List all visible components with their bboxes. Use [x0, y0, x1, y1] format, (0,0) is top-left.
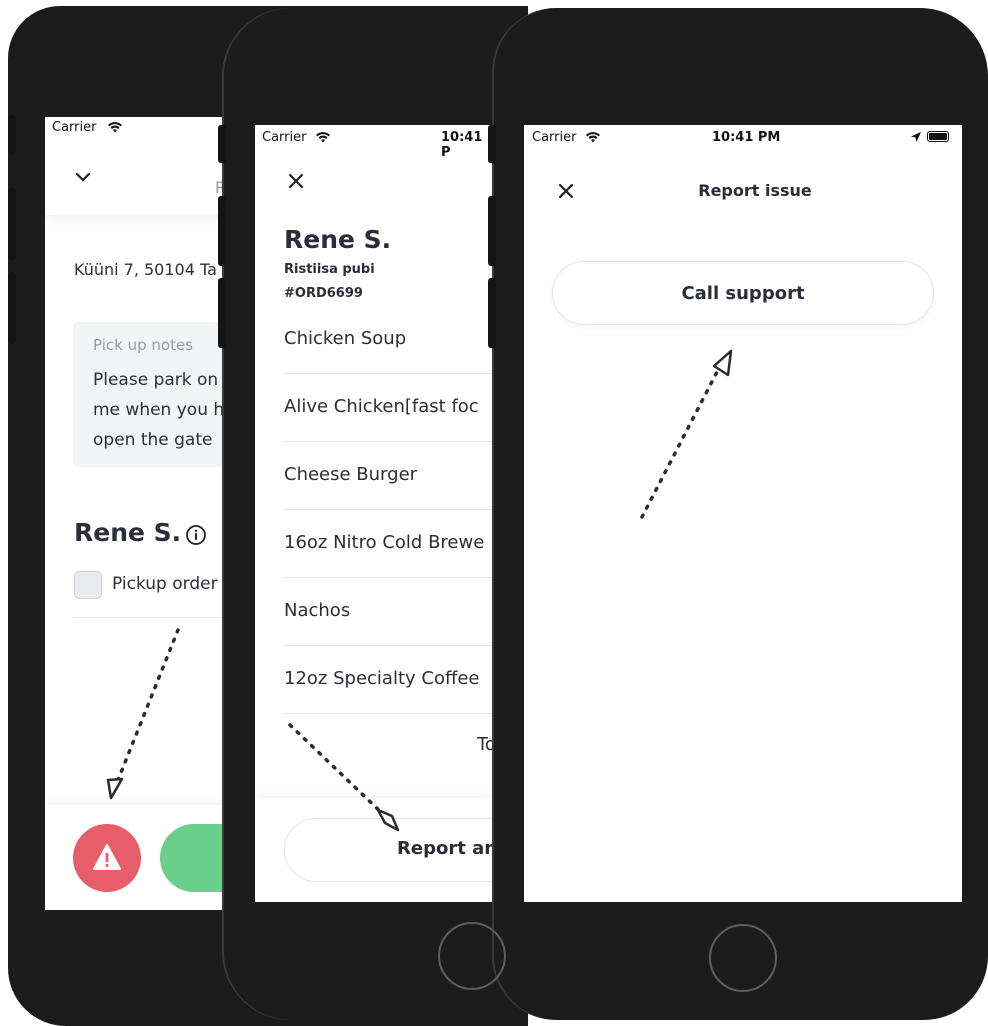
annotation-arrows: [106, 349, 733, 832]
arrow-to-report-button: [106, 628, 180, 800]
arrow-to-call-support: [640, 349, 733, 519]
arrow-to-report-issue-button: [288, 723, 400, 832]
